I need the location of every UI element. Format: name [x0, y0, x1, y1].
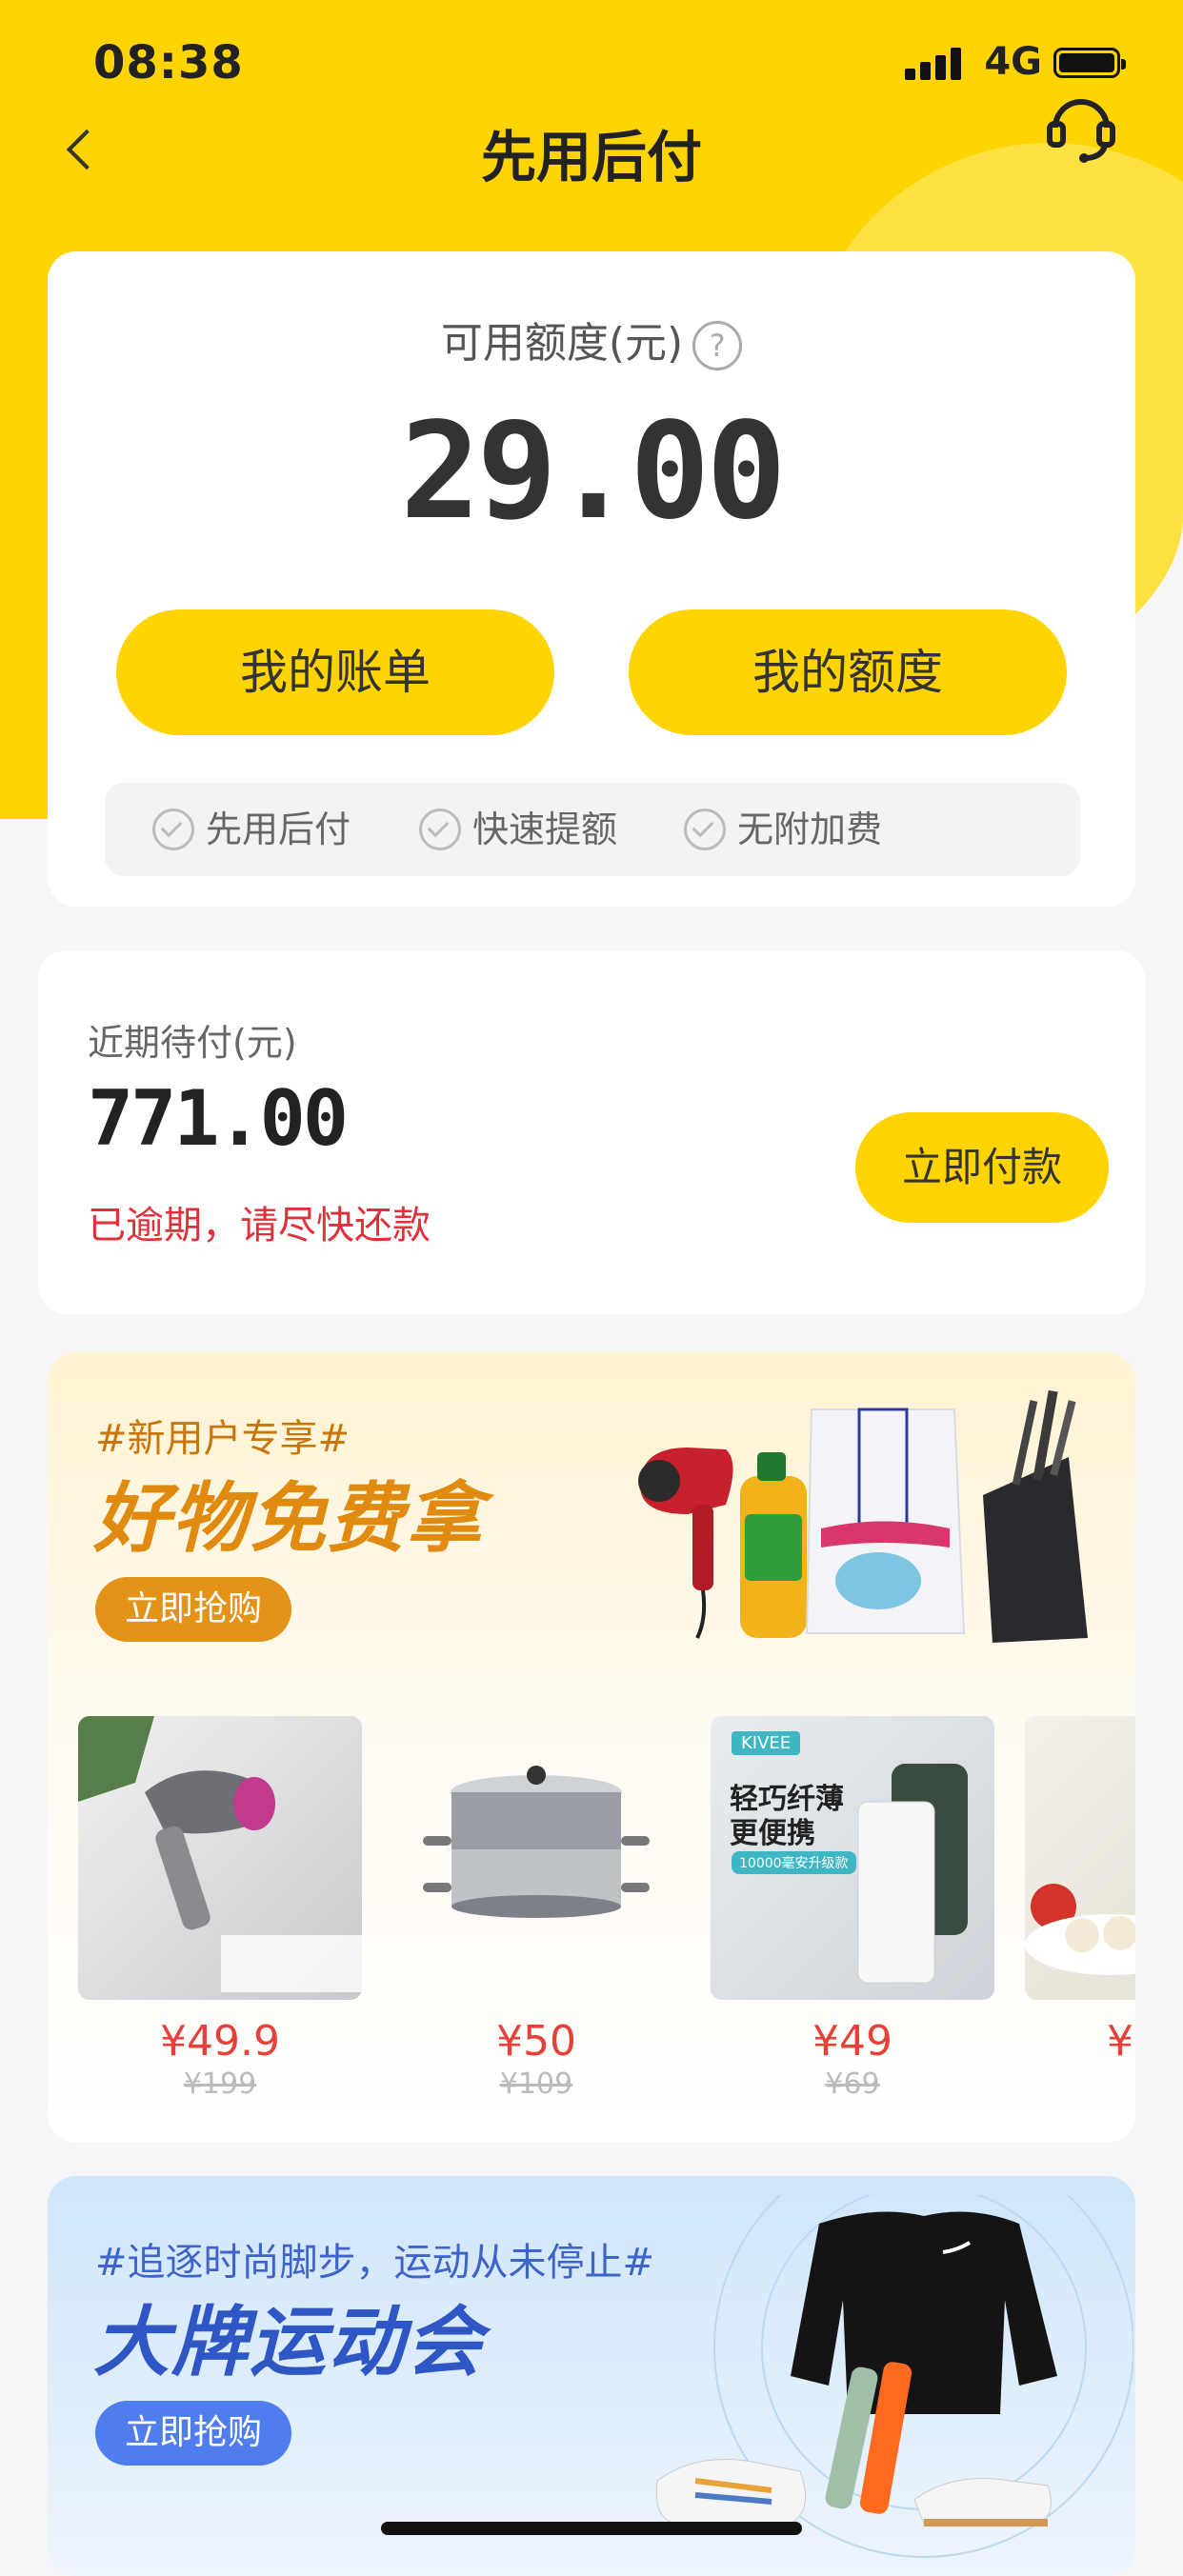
- product-image: [1025, 1716, 1135, 2000]
- product-original-price: ¥69: [825, 2067, 880, 2101]
- battery-icon: [1053, 48, 1126, 78]
- my-quota-button[interactable]: 我的额度: [629, 609, 1067, 735]
- oil-bottle-image: [740, 1452, 807, 1638]
- brand-label: KIVEE: [732, 1731, 801, 1755]
- feature-item: 快速提额: [419, 783, 617, 876]
- promo-new-user[interactable]: #新用户专享# 好物免费拿 立即抢购 ¥49.9 ¥199 ¥50 ¥109 K…: [48, 1352, 1135, 2143]
- check-icon: [419, 808, 461, 850]
- sports-products-image: [655, 2195, 1133, 2558]
- feature-label: 先用后付: [206, 809, 351, 850]
- status-time: 08:38: [93, 36, 244, 90]
- my-bill-button[interactable]: 我的账单: [116, 609, 554, 735]
- promo-title: 好物免费拿: [93, 1474, 484, 1563]
- product-card[interactable]: ¥: [1025, 1716, 1135, 2066]
- feature-label: 快速提额: [472, 809, 618, 850]
- product-card[interactable]: ¥49.9 ¥199: [78, 1716, 362, 2101]
- check-icon: [684, 808, 726, 850]
- credit-label: 可用额度(元): [440, 319, 684, 368]
- page-title: 先用后付: [480, 125, 702, 190]
- rice-bag-image: [805, 1408, 966, 1634]
- product-caption: 10000毫安升级款: [732, 1851, 856, 1874]
- feature-item: 先用后付: [152, 783, 351, 876]
- product-price: ¥: [1107, 2017, 1133, 2066]
- promo-title: 大牌运动会: [93, 2298, 484, 2386]
- network-label: 4G: [984, 40, 1042, 84]
- nav-bar: 先用后付: [0, 99, 1183, 190]
- power-bank-icon: [857, 1764, 968, 1984]
- product-price: ¥49.9: [160, 2017, 280, 2066]
- promo-tag: #新用户专享#: [95, 1417, 351, 1461]
- knife-block-image: [983, 1389, 1088, 1643]
- payment-card: 近期待付(元) 771.00 已逾期，请尽快还款 立即付款: [38, 950, 1145, 1314]
- feature-strip: 先用后付 快速提额 无附加费: [105, 783, 1080, 876]
- product-price: ¥50: [496, 2017, 576, 2066]
- signal-icon: [905, 48, 962, 80]
- credit-card: 可用额度(元)? 29.00 我的账单 我的额度 先用后付 快速提额 无附加费: [48, 251, 1135, 907]
- product-original-price: ¥199: [183, 2067, 257, 2101]
- credit-label-row: 可用额度(元)?: [48, 309, 1135, 370]
- overdue-warning: 已逾期，请尽快还款: [88, 1204, 431, 1248]
- home-indicator: [381, 2522, 802, 2535]
- payment-amount: 771.00: [88, 1074, 349, 1163]
- payment-label: 近期待付(元): [88, 1022, 297, 1064]
- feature-item: 无附加费: [684, 783, 882, 876]
- product-image: [394, 1716, 678, 2000]
- pay-now-button[interactable]: 立即付款: [855, 1112, 1109, 1223]
- product-original-price: ¥109: [499, 2067, 573, 2101]
- check-icon: [152, 808, 194, 850]
- buy-now-button[interactable]: 立即抢购: [95, 1577, 291, 1642]
- product-card[interactable]: ¥50 ¥109: [394, 1716, 678, 2101]
- credit-amount: 29.00: [400, 394, 786, 549]
- product-card[interactable]: KIVEE 轻巧纤薄 更便携 10000毫安升级款 ¥49 ¥69: [711, 1716, 994, 2101]
- product-price: ¥49: [812, 2017, 892, 2066]
- hair-dryer-image: [638, 1448, 733, 1639]
- promo-products-image: [638, 1389, 1088, 1643]
- feature-label: 无附加费: [737, 809, 883, 850]
- help-icon[interactable]: ?: [692, 321, 743, 370]
- promo-sports[interactable]: #追逐时尚脚步，运动从未停止# 大牌运动会 立即抢购: [48, 2176, 1135, 2576]
- product-caption: 更便携: [730, 1817, 815, 1850]
- product-image: [78, 1716, 362, 2000]
- customer-service-icon[interactable]: [1046, 91, 1116, 164]
- promo-tag: #追逐时尚脚步，运动从未停止#: [95, 2241, 655, 2285]
- buy-now-button[interactable]: 立即抢购: [95, 2401, 291, 2466]
- product-image: KIVEE 轻巧纤薄 更便携 10000毫安升级款: [711, 1716, 994, 2000]
